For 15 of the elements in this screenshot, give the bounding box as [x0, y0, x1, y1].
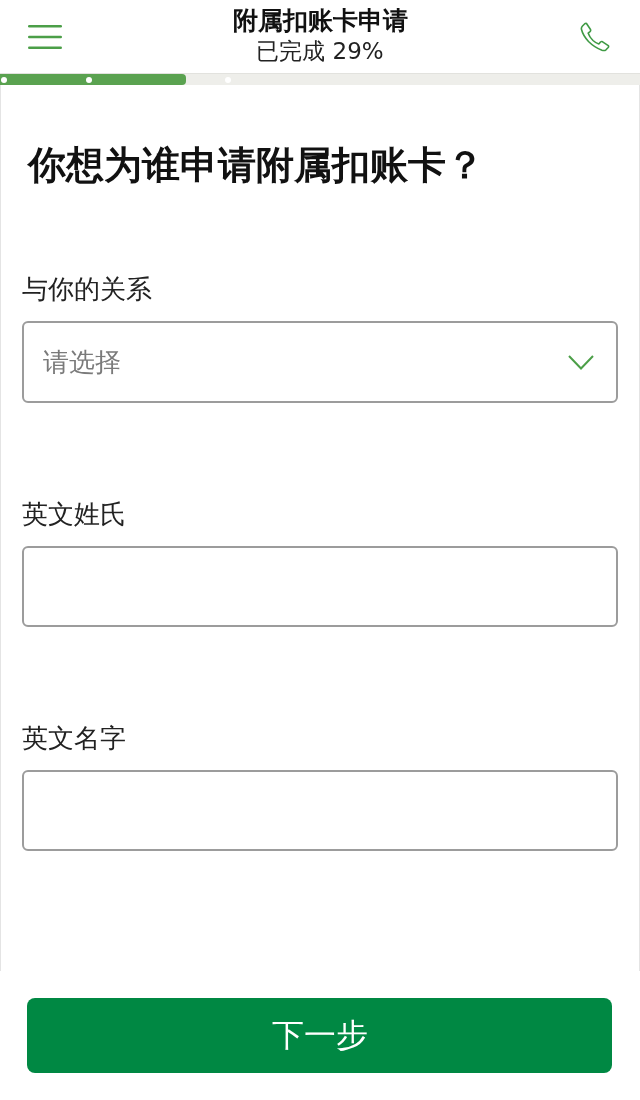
- page-title: 附属扣账卡申请: [232, 5, 408, 36]
- step-dot-icon: [1, 77, 7, 83]
- phone-icon[interactable]: [580, 21, 610, 52]
- input-field[interactable]: [22, 546, 618, 627]
- form-heading: 你想为谁申请附属扣账卡？: [28, 142, 485, 188]
- field-label: 与你的关系: [22, 273, 153, 306]
- menu-icon[interactable]: [28, 24, 62, 49]
- field-label: 英文名字: [22, 722, 127, 755]
- chevron-down-icon: [568, 354, 594, 370]
- next-button[interactable]: 下一步: [27, 998, 612, 1073]
- dropdown-field[interactable]: 请选择: [22, 321, 618, 403]
- progress-caption: 已完成 29%: [256, 37, 384, 66]
- field-label: 英文姓氏: [22, 498, 127, 531]
- input-field[interactable]: [22, 770, 618, 851]
- step-dot-icon: [86, 77, 92, 83]
